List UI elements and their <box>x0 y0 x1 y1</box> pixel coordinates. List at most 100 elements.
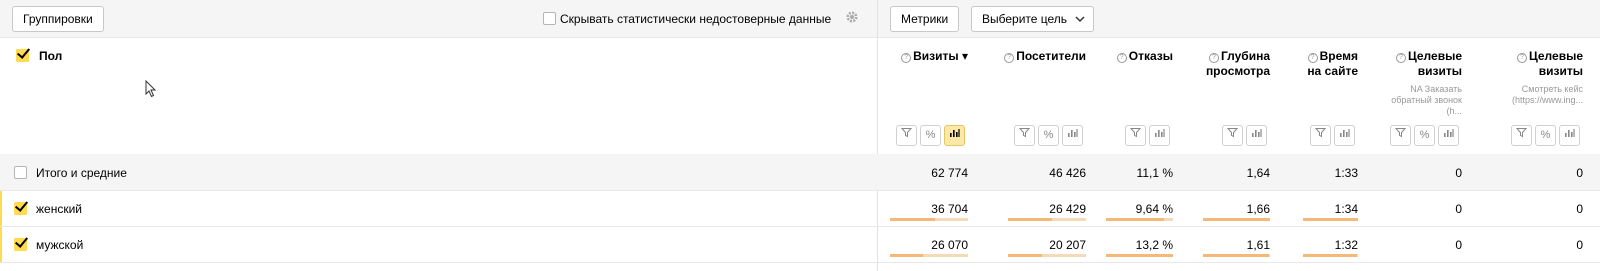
filter-icon-button[interactable] <box>1222 125 1243 146</box>
percent-icon-button[interactable]: % <box>920 125 941 146</box>
row-selection-marker <box>0 227 2 262</box>
help-icon[interactable]: ? <box>1208 53 1219 63</box>
dimension-header[interactable]: Пол <box>39 49 62 64</box>
column-header-goal-visits-2[interactable]: ? Целевые визиты <box>1511 49 1583 79</box>
column-header-visitors[interactable]: ? Посетители <box>1004 49 1086 64</box>
percent-icon-button[interactable]: % <box>1038 125 1059 146</box>
chart-icon-button[interactable] <box>1334 125 1355 146</box>
dimension-checkbox[interactable] <box>16 49 29 62</box>
share-bar <box>1303 218 1358 221</box>
percent-icon-button[interactable]: % <box>1414 125 1435 146</box>
filter-icon-button[interactable] <box>1125 125 1146 146</box>
column-header-visits[interactable]: ? Визиты ▾ <box>901 49 968 64</box>
data-cell: 13,2 % <box>1135 238 1173 252</box>
column-header-goal-visits-1[interactable]: ? Целевые визиты <box>1390 49 1462 79</box>
share-bar-fill <box>1106 254 1173 257</box>
share-bar <box>1008 254 1086 257</box>
share-bar-fill <box>1203 218 1270 221</box>
share-bar <box>1106 218 1173 221</box>
row-checkbox-male[interactable] <box>14 238 27 251</box>
column-divider <box>877 0 878 271</box>
filter-icon-button[interactable] <box>1390 125 1411 146</box>
data-cell: 1:34 <box>1334 202 1358 216</box>
data-cell: 1:32 <box>1334 238 1358 252</box>
row-checkbox-female[interactable] <box>14 202 27 215</box>
help-icon[interactable]: ? <box>1516 53 1527 63</box>
column-header-time[interactable]: ? Время на сайте <box>1296 49 1358 79</box>
share-bar-fill <box>1203 254 1269 257</box>
filter-icon-button[interactable] <box>1310 125 1331 146</box>
goal-select[interactable]: Выберите цель <box>971 6 1095 32</box>
help-icon[interactable]: ? <box>901 53 912 63</box>
filter-icon <box>1018 128 1031 138</box>
chart-icon-button[interactable] <box>944 125 965 146</box>
percent-icon: % <box>1419 129 1430 141</box>
data-cell: 9,64 % <box>1135 202 1173 216</box>
filter-icon-button[interactable] <box>1511 125 1532 146</box>
data-cell: 0 <box>1576 202 1583 216</box>
data-cell: 26 070 <box>931 238 968 252</box>
share-bar-fill <box>1106 218 1165 221</box>
percent-icon: % <box>1043 129 1054 141</box>
data-cell: 0 <box>1455 202 1462 216</box>
help-icon[interactable]: ? <box>1116 53 1127 63</box>
column-header-bounce[interactable]: ? Отказы <box>1116 49 1173 64</box>
filter-icon <box>1226 128 1239 138</box>
percent-icon: % <box>1540 129 1551 141</box>
data-cell: 1,61 <box>1246 238 1270 252</box>
metrics-button[interactable]: Метрики <box>890 6 960 32</box>
goal-name-1: NA Заказать обратный звонок (h... <box>1391 84 1462 116</box>
row-divider <box>0 226 1600 227</box>
data-cell: 26 429 <box>1049 202 1086 216</box>
share-bar-fill <box>890 254 923 257</box>
row-label-female[interactable]: женский <box>36 202 82 216</box>
share-bar-fill <box>1008 218 1053 221</box>
totals-row <box>0 154 1600 190</box>
column-header-depth[interactable]: ? Глубина просмотра <box>1188 49 1270 79</box>
chart-icon <box>1068 129 1078 137</box>
share-bar <box>1303 254 1358 257</box>
totals-cell: 11,1 % <box>1136 166 1173 180</box>
totals-cell: 1:33 <box>1334 166 1358 180</box>
share-bar-fill <box>1303 254 1358 257</box>
chart-icon-button[interactable] <box>1246 125 1267 146</box>
totals-cell: 0 <box>1576 166 1583 180</box>
mouse-cursor-icon <box>145 80 157 98</box>
chart-icon-button[interactable] <box>1062 125 1083 146</box>
chart-icon <box>1565 129 1575 137</box>
row-label-male[interactable]: мужской <box>36 238 83 252</box>
chart-icon <box>950 129 960 137</box>
chart-icon <box>1252 129 1262 137</box>
totals-cell: 0 <box>1455 166 1462 180</box>
chart-icon-button[interactable] <box>1559 125 1580 146</box>
help-icon[interactable]: ? <box>1307 53 1318 63</box>
percent-icon-button[interactable]: % <box>1535 125 1556 146</box>
share-bar <box>1203 254 1270 257</box>
help-icon[interactable]: ? <box>1004 53 1015 63</box>
data-cell: 20 207 <box>1049 238 1086 252</box>
hide-unreliable-checkbox[interactable] <box>543 12 556 25</box>
share-bar <box>1106 254 1173 257</box>
totals-checkbox[interactable] <box>14 166 27 179</box>
data-cell: 1,66 <box>1246 202 1270 216</box>
row-selection-marker <box>0 191 2 226</box>
gear-icon[interactable] <box>845 10 859 24</box>
filter-icon <box>1314 128 1327 138</box>
help-icon[interactable]: ? <box>1395 53 1406 63</box>
data-cell: 36 704 <box>931 202 968 216</box>
share-bar-fill <box>1008 254 1043 257</box>
share-bar <box>890 218 968 221</box>
chart-icon <box>1155 129 1165 137</box>
percent-icon: % <box>925 129 936 141</box>
share-bar <box>1008 218 1086 221</box>
chart-icon <box>1444 129 1454 137</box>
totals-cell: 62 774 <box>931 166 968 180</box>
chart-icon-button[interactable] <box>1438 125 1459 146</box>
chart-icon-button[interactable] <box>1149 125 1170 146</box>
goal-name-2: Смотреть кейс (https://www.ing... <box>1511 84 1583 105</box>
goal-select-label: Выберите цель <box>982 12 1068 26</box>
groupings-button[interactable]: Группировки <box>12 6 104 32</box>
filter-icon-button[interactable] <box>1014 125 1035 146</box>
row-divider <box>0 262 1600 263</box>
filter-icon-button[interactable] <box>896 125 917 146</box>
